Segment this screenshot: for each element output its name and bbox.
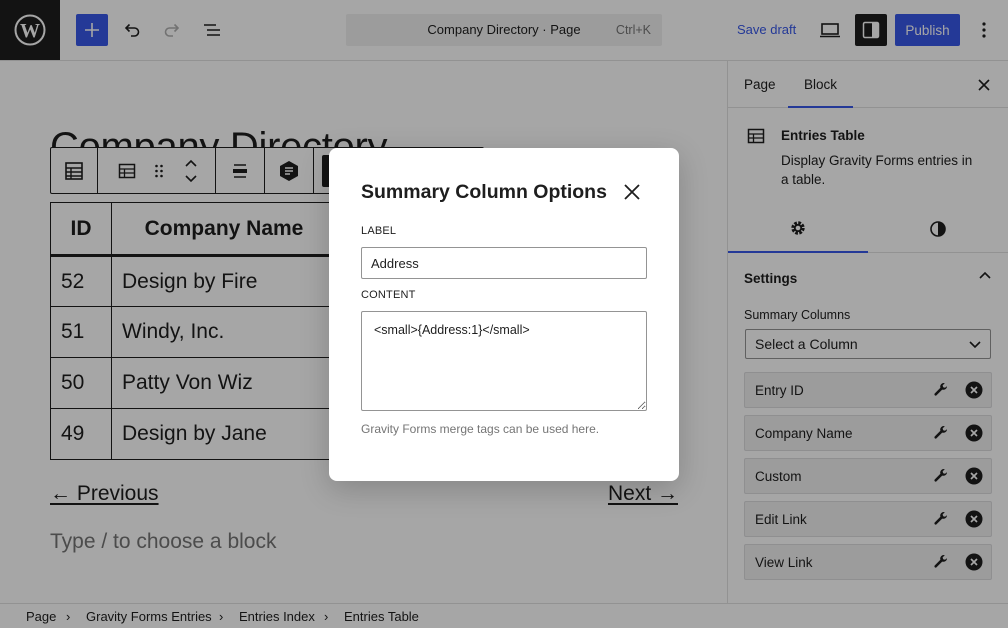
- label-input[interactable]: [361, 247, 647, 279]
- content-field-label: CONTENT: [361, 289, 416, 301]
- label-field-label: LABEL: [361, 225, 397, 237]
- content-textarea[interactable]: <small>{Address:1}</small>: [361, 311, 647, 411]
- help-text: Gravity Forms merge tags can be used her…: [361, 422, 600, 436]
- close-modal-button[interactable]: [621, 181, 643, 203]
- summary-column-options-modal: Summary Column Options LABEL CONTENT <sm…: [329, 148, 679, 481]
- modal-title: Summary Column Options: [361, 181, 607, 203]
- close-icon: [624, 184, 640, 200]
